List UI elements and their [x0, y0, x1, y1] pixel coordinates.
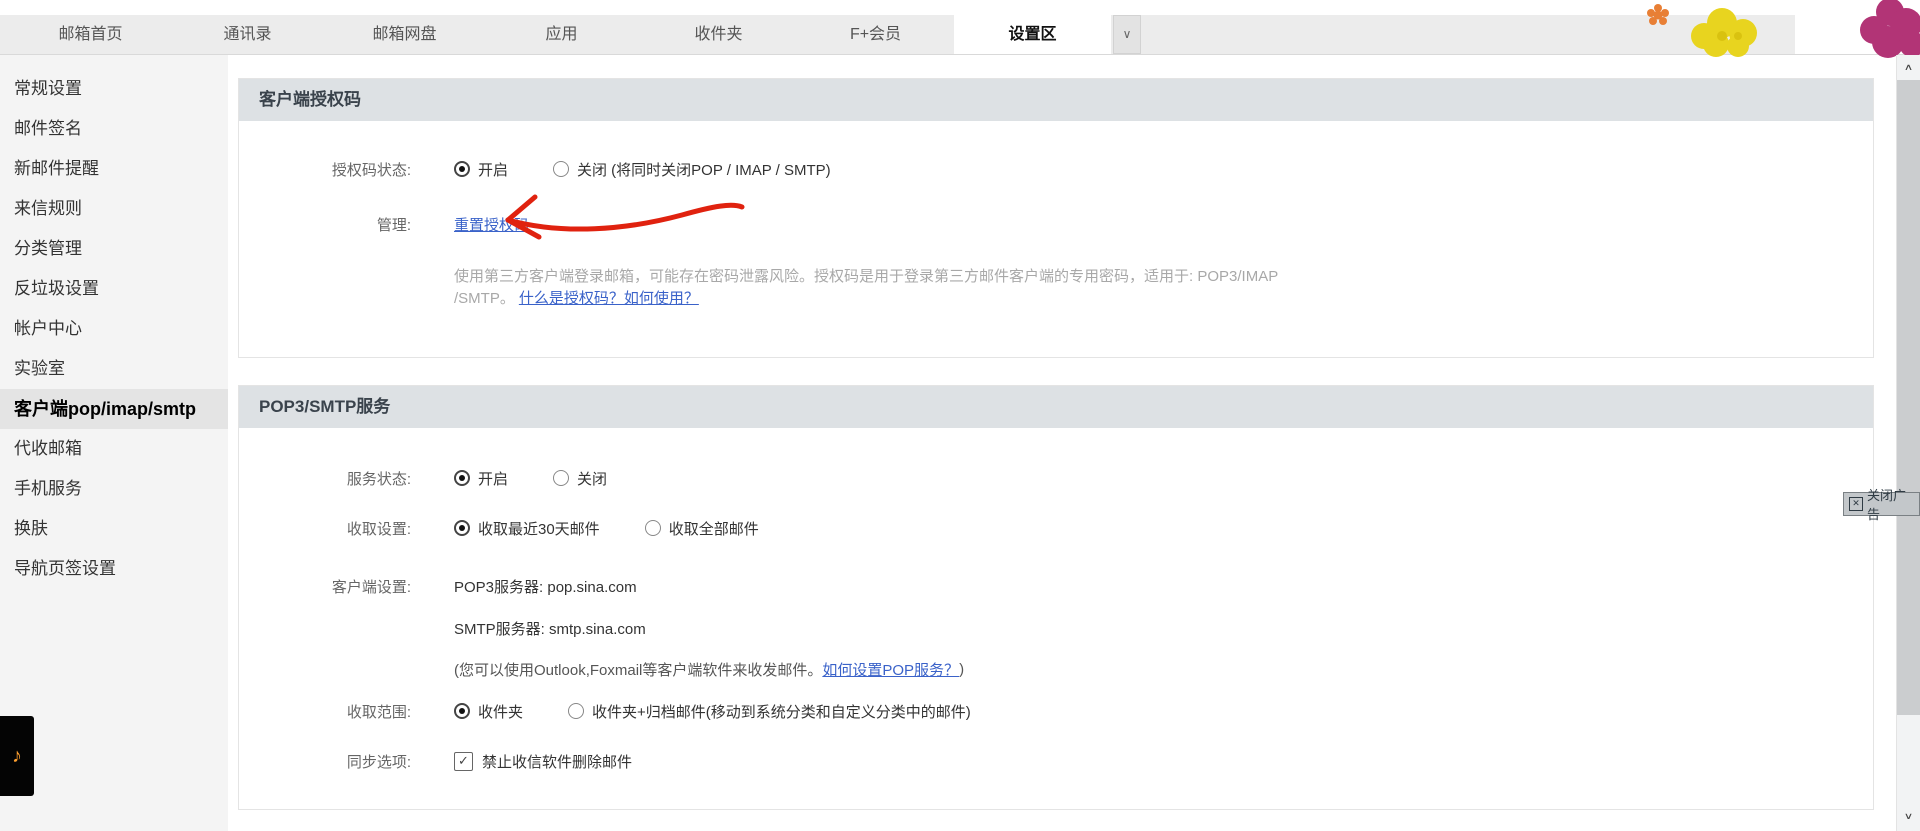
service-status-row: 服务状态: 开启 关闭 — [239, 467, 607, 489]
service-off-label: 关闭 — [577, 470, 608, 488]
check-icon: ✓ — [458, 753, 469, 768]
forbid-delete-checkbox[interactable]: ✓ — [454, 751, 473, 771]
auth-description-text2: /SMTP。 — [454, 289, 515, 307]
fetch-recent-label: 收取最近30天邮件 — [478, 520, 600, 538]
nav-tab-inbox[interactable]: 收件夹 — [640, 15, 797, 54]
auth-description-line2: /SMTP。 什么是授权码？如何使用？ — [454, 286, 699, 308]
service-off-radio[interactable] — [553, 470, 570, 486]
how-to-setup-pop-link[interactable]: 如何设置POP服务？ — [822, 659, 959, 680]
scroll-up-button[interactable]: ∧ — [1897, 59, 1920, 74]
auth-manage-row: 管理: 重置授权码 — [239, 213, 529, 235]
auth-code-section-title: 客户端授权码 — [239, 79, 1873, 121]
nav-tabs: 邮箱首页 通讯录 邮箱网盘 应用 收件夹 F+会员 设置区 ∨ — [12, 15, 1141, 54]
smtp-server-row: SMTP服务器: smtp.sina.com — [454, 617, 646, 639]
settings-tab-dropdown[interactable]: ∨ — [1113, 15, 1141, 54]
fetch-range-row: 收取范围: 收件夹 收件夹+归档邮件(移动到系统分类和自定义分类中的邮件) — [239, 700, 971, 722]
client-note-suffix: ) — [959, 660, 965, 678]
settings-sidebar: 常规设置 邮件签名 新邮件提醒 来信规则 分类管理 反垃圾设置 帐户中心 实验室… — [0, 55, 228, 831]
sidebar-item-client-pop-imap-smtp[interactable]: 客户端pop/imap/smtp — [0, 389, 228, 429]
range-inbox-radio[interactable] — [454, 703, 470, 719]
auth-status-on-label: 开启 — [478, 161, 509, 179]
pop3-server-value: POP3服务器: pop.sina.com — [454, 578, 637, 596]
chevron-up-icon: ∧ — [1903, 61, 1914, 72]
pop3-smtp-section-title: POP3/SMTP服务 — [239, 386, 1873, 428]
auth-manage-label: 管理: — [376, 216, 411, 234]
auth-status-row: 授权码状态: 开启 关闭 (将同时关闭POP / IMAP / SMTP) — [239, 158, 831, 180]
smtp-server-value: SMTP服务器: smtp.sina.com — [454, 620, 646, 638]
auth-status-off-radio[interactable] — [553, 161, 570, 177]
sidebar-item-category-management[interactable]: 分类管理 — [0, 229, 228, 269]
client-settings-label: 客户端设置: — [331, 578, 411, 596]
sidebar-item-account-center[interactable]: 帐户中心 — [0, 309, 228, 349]
sidebar-item-antispam[interactable]: 反垃圾设置 — [0, 269, 228, 309]
magenta-flower-decoration — [1860, 0, 1920, 58]
close-icon: ✕ — [1849, 497, 1863, 511]
nav-tab-home[interactable]: 邮箱首页 — [12, 15, 169, 54]
close-ad-label: 关闭广告 — [1867, 488, 1907, 522]
auth-description-line1: 使用第三方客户端登录邮箱，可能存在密码泄露风险。授权码是用于登录第三方邮件客户端… — [454, 264, 1278, 286]
sidebar-item-mail-signature[interactable]: 邮件签名 — [0, 109, 228, 149]
sync-options-label: 同步选项: — [346, 753, 411, 771]
client-settings-row: 客户端设置: POP3服务器: pop.sina.com — [239, 575, 637, 597]
scrollbar[interactable]: ∧ ∨ — [1896, 55, 1920, 831]
reset-auth-code-link[interactable]: 重置授权码 — [454, 214, 529, 235]
nav-tab-f-member[interactable]: F+会员 — [797, 15, 954, 54]
range-inbox-label: 收件夹 — [478, 703, 524, 721]
auth-status-on-radio[interactable] — [454, 161, 470, 177]
close-ad-button[interactable]: ✕ 关闭广告 — [1843, 488, 1920, 522]
fetch-settings-row: 收取设置: 收取最近30天邮件 收取全部邮件 — [239, 517, 759, 539]
orange-flower-decoration — [1647, 4, 1669, 25]
sidebar-item-lab[interactable]: 实验室 — [0, 349, 228, 389]
auth-status-label: 授权码状态: — [331, 161, 411, 179]
service-on-radio[interactable] — [454, 470, 470, 486]
range-archive-label: 收件夹+归档邮件(移动到系统分类和自定义分类中的邮件) — [592, 703, 971, 721]
sidebar-item-nav-tab-settings[interactable]: 导航页签设置 — [0, 549, 228, 589]
nav-tab-netdisk[interactable]: 邮箱网盘 — [326, 15, 483, 54]
sidebar-item-proxy-mailbox[interactable]: 代收邮箱 — [0, 429, 228, 469]
what-is-auth-code-link[interactable]: 什么是授权码？如何使用？ — [519, 287, 699, 308]
fetch-all-label: 收取全部邮件 — [668, 520, 759, 538]
top-nav-bar: 邮箱首页 通讯录 邮箱网盘 应用 收件夹 F+会员 设置区 ∨ — [0, 0, 1920, 55]
range-archive-radio[interactable] — [568, 703, 585, 719]
chevron-down-icon: ∨ — [1903, 810, 1914, 821]
sidebar-item-skin[interactable]: 换肤 — [0, 509, 228, 549]
client-note-row: (您可以使用Outlook,Foxmail等客户端软件来收发邮件。 如何设置PO… — [454, 658, 964, 680]
scroll-down-button[interactable]: ∨ — [1897, 808, 1920, 823]
yellow-flower-decoration — [1691, 8, 1757, 57]
pop3-smtp-section: POP3/SMTP服务 服务状态: 开启 关闭 收取设置: 收取最近30天邮件 … — [238, 385, 1874, 810]
sidebar-item-general-settings[interactable]: 常规设置 — [0, 69, 228, 109]
forbid-delete-label: 禁止收信软件删除邮件 — [482, 753, 633, 771]
nav-tab-apps[interactable]: 应用 — [483, 15, 640, 54]
sidebar-item-incoming-rules[interactable]: 来信规则 — [0, 189, 228, 229]
auth-code-section: 客户端授权码 授权码状态: 开启 关闭 (将同时关闭POP / IMAP / S… — [238, 78, 1874, 358]
nav-tab-contacts[interactable]: 通讯录 — [169, 15, 326, 54]
nav-tab-settings-active[interactable]: 设置区 — [954, 15, 1111, 54]
sync-options-row: 同步选项: ✓ 禁止收信软件删除邮件 — [239, 750, 632, 772]
fetch-settings-label: 收取设置: — [346, 520, 411, 538]
client-note-text: (您可以使用Outlook,Foxmail等客户端软件来收发邮件。 — [454, 661, 823, 679]
auth-description-text1: 使用第三方客户端登录邮箱，可能存在密码泄露风险。授权码是用于登录第三方邮件客户端… — [454, 267, 1279, 285]
music-player-button[interactable]: ♪ — [0, 716, 34, 796]
auth-status-off-label: 关闭 (将同时关闭POP / IMAP / SMTP) — [577, 161, 831, 179]
fetch-range-label: 收取范围: — [346, 703, 411, 721]
music-note-icon: ♪ — [12, 744, 22, 767]
service-on-label: 开启 — [478, 470, 509, 488]
fetch-recent-radio[interactable] — [454, 520, 470, 536]
chevron-down-icon: ∨ — [1122, 27, 1132, 41]
sidebar-item-mobile-service[interactable]: 手机服务 — [0, 469, 228, 509]
service-status-label: 服务状态: — [346, 470, 411, 488]
scrollbar-thumb[interactable] — [1897, 80, 1920, 715]
sidebar-item-new-mail-alert[interactable]: 新邮件提醒 — [0, 149, 228, 189]
fetch-all-radio[interactable] — [644, 520, 661, 536]
